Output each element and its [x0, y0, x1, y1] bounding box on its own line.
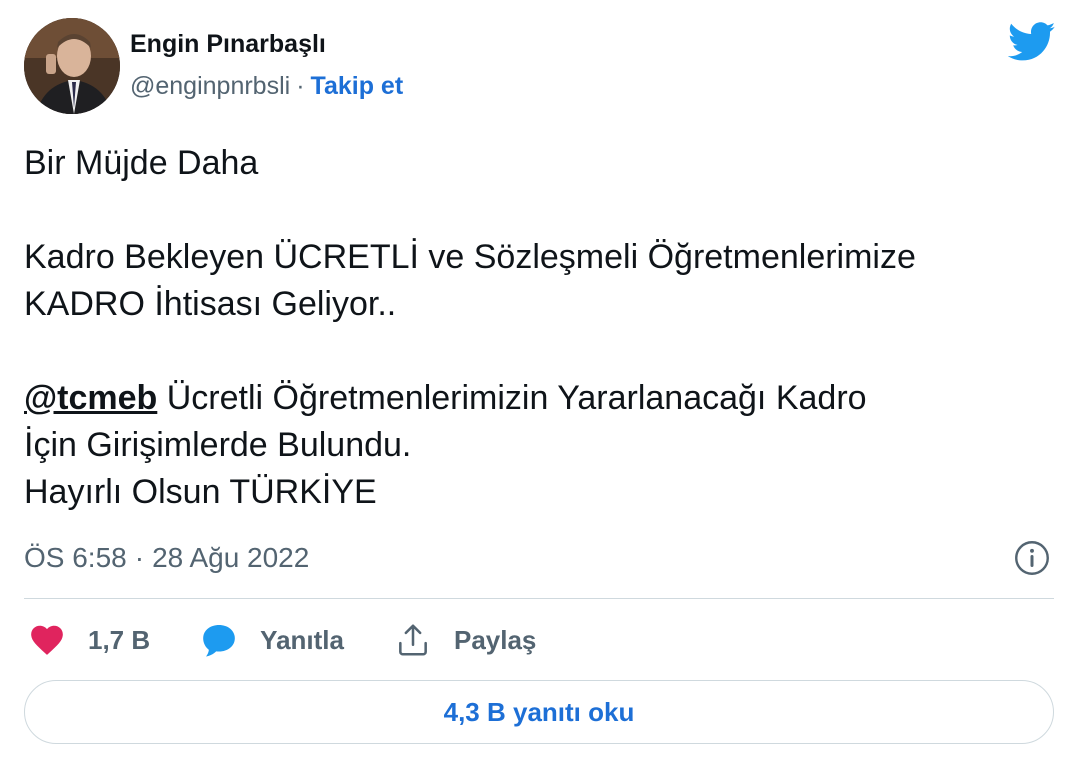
tweet-line: Hayırlı Olsun TÜRKİYE — [24, 473, 377, 511]
speech-bubble-icon — [203, 624, 235, 657]
author-handle[interactable]: @enginpnrbsli — [130, 72, 290, 100]
tweet-line: Bir Müjde Daha — [24, 144, 259, 182]
twitter-bird-icon[interactable] — [1008, 22, 1056, 62]
tweet-line-gap — [24, 328, 1054, 375]
reply-label: Yanıtla — [260, 624, 344, 655]
action-bar: 1,7 B Yanıtla Paylaş — [28, 618, 586, 662]
avatar[interactable] — [24, 18, 120, 114]
avatar-photo — [24, 18, 120, 114]
meta-separator: · — [134, 542, 145, 573]
like-button[interactable]: 1,7 B — [28, 621, 150, 659]
like-count: 1,7 B — [88, 624, 151, 655]
tweet-date: 28 Ağu 2022 — [152, 542, 310, 573]
handle-separator: · — [296, 72, 305, 100]
tweet-line: İçin Girişimlerde Bulundu. — [24, 426, 412, 464]
read-replies-button[interactable]: 4,3 B yanıtı oku — [24, 680, 1054, 744]
tweet-text: Bir Müjde Daha Kadro Bekleyen ÜCRETLİ ve… — [24, 140, 1054, 516]
follow-button[interactable]: Takip et — [311, 72, 404, 100]
tweet-line: @tcmeb Ücretli Öğretmenlerimizin Yararla… — [24, 375, 1054, 422]
tweet-line-text: Ücretli Öğretmenlerimizin Yararlanacağı … — [157, 379, 867, 417]
reply-button[interactable]: Yanıtla — [200, 621, 344, 659]
share-button[interactable]: Paylaş — [394, 621, 536, 659]
tweet-time: ÖS 6:58 — [24, 542, 127, 573]
author-name[interactable]: Engin Pınarbaşlı — [130, 30, 326, 59]
heart-icon — [31, 625, 63, 655]
handle-row: @enginpnrbsli · Takip et — [130, 72, 403, 101]
divider — [24, 598, 1054, 599]
tweet-line: Kadro Bekleyen ÜCRETLİ ve Sözleşmeli Öğr… — [24, 238, 916, 276]
mention-link[interactable]: @tcmeb — [24, 379, 157, 417]
share-label: Paylaş — [453, 624, 537, 655]
tweet-timestamp[interactable]: ÖS 6:58 · 28 Ağu 2022 — [24, 538, 1054, 578]
tweet-line-gap — [24, 187, 1054, 234]
info-icon[interactable] — [1014, 540, 1050, 576]
tweet-line: KADRO İhtisası Geliyor.. — [24, 285, 397, 323]
share-upload-icon — [399, 624, 427, 656]
